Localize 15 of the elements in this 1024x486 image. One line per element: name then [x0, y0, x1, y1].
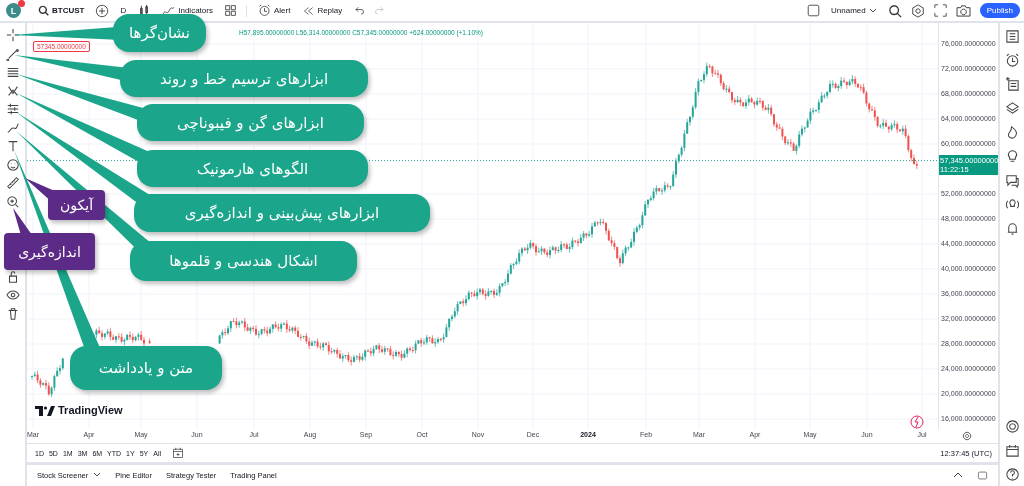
callout-bubble: ابزارهای گن و فیبوناچی: [137, 104, 364, 141]
interval-button[interactable]: D: [118, 6, 129, 15]
brand-name: TradingView: [58, 404, 123, 416]
indicators-button[interactable]: Indicators: [160, 5, 215, 16]
callout-bubble: آیکون: [48, 190, 105, 220]
publish-button[interactable]: Publish: [979, 3, 1020, 18]
callout-bubble: متن و یادداشت: [70, 346, 222, 390]
layout-name-button[interactable]: Unnamed: [829, 6, 879, 15]
callout-bubble: الگوهای هارمونیک: [137, 150, 368, 187]
callout-bubble: ابزارهای پیش‌بینی و اندازه‌گیری: [134, 194, 430, 232]
replay-button[interactable]: Replay: [301, 5, 345, 16]
callout-bubble: نشان‌گرها: [113, 14, 206, 52]
symbol-search-button[interactable]: BTCUST: [36, 5, 87, 16]
callout-bubble: اشکال هندسی و قلموها: [130, 241, 357, 281]
alert-button[interactable]: Alert: [255, 4, 293, 17]
